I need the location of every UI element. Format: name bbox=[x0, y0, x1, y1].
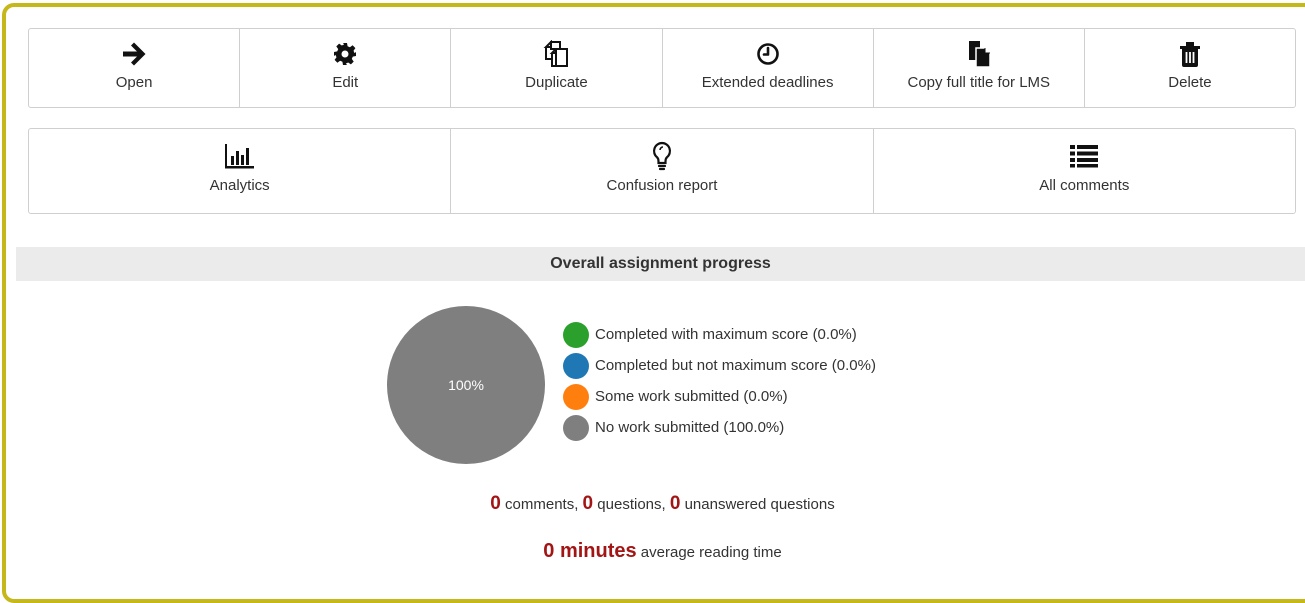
progress-legend: Completed with maximum score (0.0%) Comp… bbox=[563, 319, 876, 443]
all-comments-label: All comments bbox=[1039, 177, 1130, 194]
open-button[interactable]: Open bbox=[29, 29, 239, 107]
legend-dot bbox=[563, 414, 589, 441]
duplicate-label: Duplicate bbox=[525, 74, 588, 91]
extended-deadlines-button[interactable]: Extended deadlines bbox=[661, 29, 873, 107]
copy-file-icon bbox=[967, 39, 991, 69]
extended-deadlines-label: Extended deadlines bbox=[701, 74, 834, 91]
legend-label: Some work submitted (0.0%) bbox=[595, 388, 788, 405]
reading-time-label: average reading time bbox=[636, 544, 782, 561]
progress-section-header: Overall assignment progress bbox=[16, 247, 1305, 281]
reading-time-stat: 0 minutes average reading time bbox=[0, 540, 1305, 563]
confusion-report-label: Confusion report bbox=[606, 177, 718, 194]
legend-label: No work submitted (100.0%) bbox=[595, 419, 785, 436]
delete-label: Delete bbox=[1168, 74, 1212, 91]
edit-button[interactable]: Edit bbox=[239, 29, 450, 107]
arrow-right-icon bbox=[121, 39, 147, 69]
progress-pie-chart: 100% bbox=[386, 305, 546, 465]
questions-label: questions, bbox=[593, 496, 670, 513]
list-icon bbox=[1070, 141, 1099, 171]
all-comments-button[interactable]: All comments bbox=[872, 129, 1295, 213]
questions-count: 0 bbox=[582, 493, 594, 514]
analytics-button[interactable]: Analytics bbox=[29, 129, 450, 213]
pie-svg: 100% bbox=[387, 306, 545, 464]
legend-item-completed-max: Completed with maximum score (0.0%) bbox=[563, 319, 876, 350]
copy-title-button[interactable]: Copy full title for LMS bbox=[872, 29, 1084, 107]
legend-item-some-work: Some work submitted (0.0%) bbox=[563, 381, 876, 412]
bar-chart-icon bbox=[224, 141, 255, 171]
legend-dot bbox=[563, 383, 589, 410]
legend-dot bbox=[563, 321, 589, 348]
comments-label: comments, bbox=[500, 496, 583, 513]
lightbulb-icon bbox=[652, 141, 672, 171]
gear-icon bbox=[333, 39, 357, 69]
comment-stats: 0 comments, 0 questions, 0 unanswered qu… bbox=[0, 493, 1305, 515]
delete-button[interactable]: Delete bbox=[1083, 29, 1295, 107]
legend-item-completed-not-max: Completed but not maximum score (0.0%) bbox=[563, 350, 876, 381]
comments-count: 0 bbox=[490, 493, 501, 514]
edit-label: Edit bbox=[332, 74, 359, 91]
legend-dot bbox=[563, 352, 589, 379]
legend-label: Completed but not maximum score (0.0%) bbox=[595, 357, 876, 374]
duplicate-button[interactable]: Duplicate bbox=[450, 29, 661, 107]
clock-icon bbox=[756, 39, 780, 69]
reading-time-value: 0 minutes bbox=[543, 540, 637, 562]
duplicate-icon bbox=[542, 39, 570, 69]
trash-icon bbox=[1179, 39, 1201, 69]
legend-label: Completed with maximum score (0.0%) bbox=[595, 326, 857, 343]
copy-title-label: Copy full title for LMS bbox=[907, 74, 1051, 91]
analytics-label: Analytics bbox=[209, 177, 270, 194]
open-label: Open bbox=[115, 74, 153, 91]
assignment-tools-toolbar: Analytics Confusion report All comments bbox=[28, 128, 1296, 214]
pie-data-label: 100% bbox=[448, 377, 484, 393]
unanswered-count: 0 bbox=[669, 493, 681, 514]
confusion-report-button[interactable]: Confusion report bbox=[450, 129, 872, 213]
legend-item-no-work: No work submitted (100.0%) bbox=[563, 412, 876, 443]
assignment-actions-toolbar: Open Edit Duplicate Extended deadlines C… bbox=[28, 28, 1296, 108]
unanswered-label: unanswered questions bbox=[680, 496, 835, 513]
